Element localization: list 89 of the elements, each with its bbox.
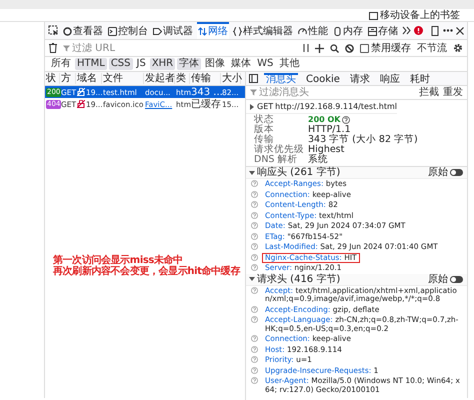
error-icon[interactable]: [414, 26, 423, 35]
checkbox-label: 禁用缓存: [371, 42, 411, 54]
table-cell-text: 343 ...: [190, 86, 221, 98]
arrows-icon: [198, 27, 207, 36]
column-header[interactable]: 方: [60, 73, 76, 84]
funnel-icon: [63, 44, 70, 52]
braces-icon: [233, 27, 242, 36]
tool-tab[interactable]: 控制台: [107, 22, 149, 39]
status-value: 200 OK: [308, 115, 340, 125]
type-filter-button[interactable]: CSS: [108, 58, 133, 70]
circle-icon: [63, 27, 72, 36]
trash-icon[interactable]: [49, 43, 57, 53]
tool-tab[interactable]: 存储: [367, 22, 399, 39]
funnel-icon: [250, 89, 257, 96]
triangle-icon: [249, 104, 255, 110]
type-filter-button[interactable]: JS: [134, 58, 148, 70]
column-header[interactable]: 文件: [102, 73, 144, 84]
summary-label: 版本: [254, 125, 275, 135]
column-header[interactable]: 大小: [221, 73, 241, 84]
tool-tab[interactable]: 样式编辑器: [232, 22, 294, 39]
type-filter-button[interactable]: XHR: [150, 58, 176, 70]
terminal-icon: [108, 27, 117, 36]
search-icon[interactable]: [330, 44, 339, 52]
tool-tab[interactable]: 网络: [197, 22, 229, 39]
summary-label: 请求优先级: [254, 145, 305, 155]
column-header[interactable]: 域名: [76, 73, 102, 84]
settings-icon[interactable]: [453, 43, 463, 53]
summary-label: DNS 解析: [254, 155, 298, 165]
close-icon[interactable]: [456, 26, 464, 34]
tool-tab[interactable]: 内存: [332, 22, 364, 39]
type-filter-button[interactable]: HTML: [75, 58, 107, 70]
more-icon[interactable]: [443, 29, 453, 32]
throttle-dropdown[interactable]: 不节流: [417, 42, 447, 54]
responsive-icon[interactable]: [430, 26, 440, 36]
tool-tab[interactable]: 查看器: [62, 22, 104, 39]
action-button[interactable]: 重发: [443, 87, 463, 98]
raw-toggle[interactable]: [450, 169, 463, 176]
table-cell-text: 已缓存: [190, 98, 221, 111]
unlock-icon: [77, 100, 85, 108]
raw-toggle[interactable]: [450, 276, 463, 282]
tool-tab[interactable]: 调试器: [152, 22, 194, 39]
tag-icon: [153, 27, 162, 36]
plus-icon[interactable]: [315, 44, 324, 52]
annotation-text: 再次刷新内容不会变更，会显示hit命中缓存: [53, 266, 240, 277]
raw-label: 原始: [428, 167, 448, 178]
details-tab[interactable]: 耗时: [408, 72, 432, 84]
type-filter-button[interactable]: 所有: [49, 58, 73, 70]
summary-label: 状态: [254, 115, 275, 125]
summary-label: 传输: [254, 135, 274, 145]
block-icon[interactable]: [345, 44, 354, 52]
disable-cache-checkbox[interactable]: 禁用缓存: [360, 42, 411, 54]
database-icon: [368, 27, 377, 36]
details-tab[interactable]: 请求: [348, 72, 372, 84]
annotation-text: 第一次访问会显示miss未命中: [53, 255, 183, 266]
request-method: GET: [257, 102, 274, 111]
unlock-icon: [77, 88, 85, 96]
summary-value: Highest: [308, 145, 344, 155]
type-filter-button[interactable]: 图像: [203, 58, 228, 70]
summary-value: HTTP/1.1: [308, 125, 351, 135]
details-tab[interactable]: Cookie: [304, 72, 342, 84]
type-filter-button[interactable]: 字体: [177, 58, 202, 70]
raw-label: 原始: [428, 274, 448, 284]
details-tab[interactable]: 响应: [378, 72, 402, 84]
column-header[interactable]: 发起者: [144, 73, 175, 84]
action-button[interactable]: 拦截: [419, 87, 439, 98]
pause-icon[interactable]: [303, 44, 309, 52]
bookmarks-folder[interactable]: 移动设备上的书签: [369, 10, 460, 20]
gauge-icon: [298, 27, 307, 36]
type-filter-button[interactable]: WS: [255, 58, 276, 70]
filter-headers-field[interactable]: 过滤消息头: [259, 87, 415, 98]
request-url: http://192.168.9.114/test.html: [275, 102, 397, 111]
column-header[interactable]: 传输: [190, 73, 221, 84]
type-filter-button[interactable]: 媒体: [229, 58, 254, 70]
capsule-icon: [333, 27, 342, 36]
request-summary-toggle[interactable]: GET http://192.168.9.114/test.html: [246, 100, 397, 114]
summary-value: 343 字节 (大小 82 字节): [308, 135, 418, 145]
filter-url-field[interactable]: 过滤 URL: [72, 42, 297, 54]
triangle-icon: [249, 170, 255, 176]
help-icon[interactable]: [342, 116, 350, 124]
column-header[interactable]: 状: [45, 73, 60, 84]
column-header[interactable]: 类: [175, 73, 190, 84]
type-filter-button[interactable]: 其他: [277, 58, 302, 70]
picker-icon[interactable]: [48, 25, 59, 36]
checkbox[interactable]: [360, 44, 369, 52]
summary-value: 系统: [308, 155, 328, 165]
triangle-icon: [249, 276, 255, 282]
chevrons-icon[interactable]: [402, 26, 411, 35]
tool-tab[interactable]: 性能: [297, 22, 329, 39]
sidebar-toggle-icon[interactable]: [249, 74, 258, 83]
